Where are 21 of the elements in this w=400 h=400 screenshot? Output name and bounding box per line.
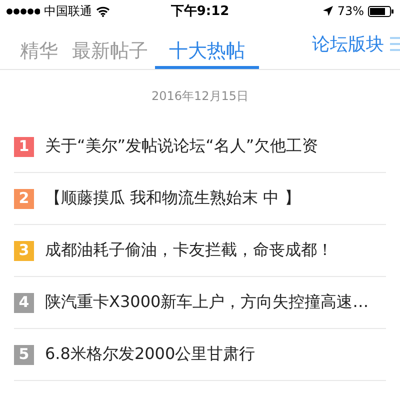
clock-time: 下午9:12 [170, 3, 230, 20]
post-title[interactable]: 成都油耗子偷油，卡友拦截，命丧成都！ [45, 240, 333, 261]
rank-badge: 3 [14, 240, 34, 260]
rank-badge: 1 [14, 136, 34, 156]
menu-icon[interactable] [390, 36, 400, 52]
carrier-name: 中国联通 [44, 2, 92, 20]
post-title[interactable]: 6.8米格尔发2000公里甘肃行 [45, 344, 256, 365]
tab[interactable]: 十大热帖 [155, 22, 259, 69]
date-label: 2016年12月15日 [150, 88, 250, 105]
wifi-icon [96, 6, 110, 16]
rank-badge: 5 [14, 344, 34, 364]
rank-badge: 4 [14, 292, 34, 312]
location-arrow-icon [323, 6, 334, 16]
forum-sections-link[interactable]: 论坛版块 [312, 32, 384, 56]
battery-percent: 73% [337, 4, 364, 18]
post-title[interactable]: 陕汽重卡X3000新车上户，方向失控撞高速… [45, 292, 369, 313]
signal-icon [6, 8, 40, 14]
post-title[interactable]: 【顺藤摸瓜 我和物流生熟始末 中 】 [45, 188, 300, 209]
battery-icon [368, 6, 394, 16]
rank-badge: 2 [14, 188, 34, 208]
post-title[interactable]: 关于“美尔”发帖说论坛“名人”欠他工资 [45, 136, 318, 157]
